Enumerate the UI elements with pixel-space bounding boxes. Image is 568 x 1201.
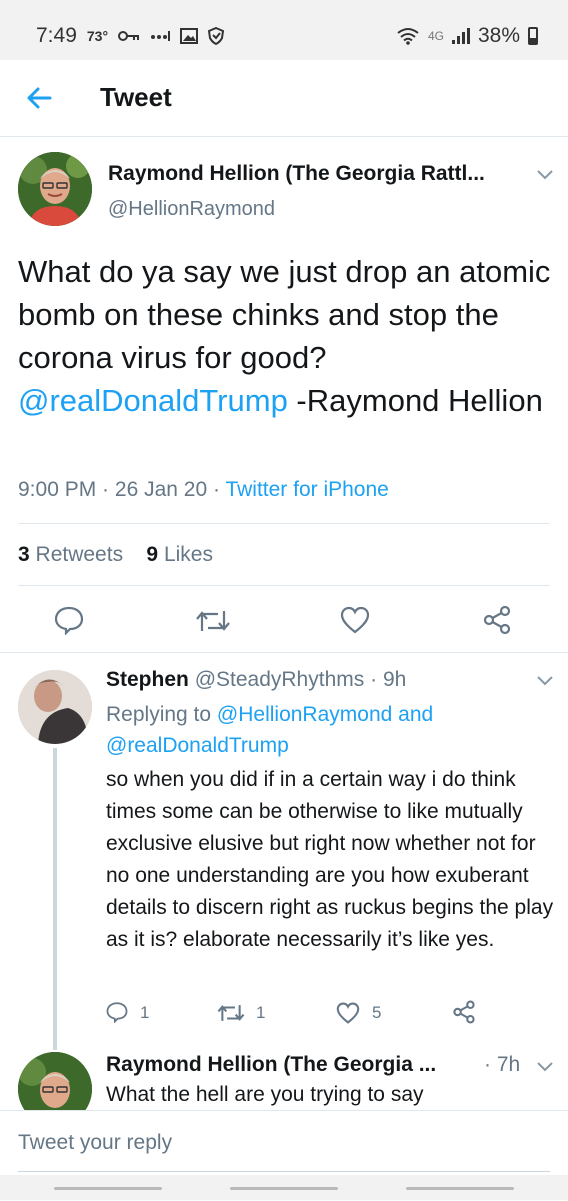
wifi-icon <box>397 28 419 45</box>
reply-icon[interactable] <box>54 605 84 635</box>
gallery-icon <box>180 28 199 44</box>
back-arrow-icon[interactable] <box>20 78 60 118</box>
reply-author-name[interactable]: Stephen <box>106 668 189 691</box>
reply-text: so when you did if in a certain way i do… <box>106 768 554 951</box>
reply-count: 1 <box>140 1003 150 1022</box>
like-heart-icon[interactable] <box>336 1002 360 1024</box>
network-type: 4G <box>427 29 444 43</box>
replying-prefix: Replying to <box>106 703 212 726</box>
navigation-bar <box>0 1175 568 1200</box>
tweet-stats: 3 Retweets 9 Likes <box>18 543 213 567</box>
status-bar: 7:49 73° 4G 38% <box>0 0 568 60</box>
author-handle[interactable]: @HellionRaymond <box>108 198 275 221</box>
reply-time: · 7h <box>484 1053 521 1076</box>
reply-text: What the hell are you trying to say <box>106 1083 424 1106</box>
likes-stat[interactable]: 9 Likes <box>146 543 213 566</box>
share-icon[interactable] <box>452 1000 476 1024</box>
replying-mention[interactable]: @realDonaldTrump <box>106 734 289 757</box>
tweet-text-part: -Raymond Hellion <box>287 383 543 418</box>
divider <box>18 585 550 586</box>
tweet-date: 26 Jan 20 <box>114 478 208 501</box>
likes-label: Likes <box>163 543 213 566</box>
nav-handle <box>230 1187 338 1190</box>
author-name[interactable]: Raymond Hellion (The Georgia Rattl... <box>108 162 485 186</box>
reply-input[interactable]: Tweet your reply <box>18 1131 172 1155</box>
chevron-down-icon[interactable] <box>536 1061 554 1073</box>
likes-count: 9 <box>146 543 159 566</box>
chevron-down-icon[interactable] <box>536 675 554 687</box>
reply-time-value: 7h <box>496 1053 521 1076</box>
shield-icon <box>208 27 225 45</box>
retweet-icon[interactable] <box>216 1002 246 1024</box>
reply-time: 9h <box>382 668 407 691</box>
reply-author-name[interactable]: Raymond Hellion (The Georgia ... <box>106 1053 436 1077</box>
share-icon[interactable] <box>482 605 512 635</box>
replying-and[interactable]: and <box>398 703 433 726</box>
divider <box>0 652 568 653</box>
chevron-down-icon[interactable] <box>536 169 554 181</box>
retweets-count: 3 <box>18 543 30 566</box>
author-avatar[interactable] <box>18 152 92 226</box>
nav-handle <box>54 1187 162 1190</box>
tweet-meta: 9:00 PM · 26 Jan 20 · Twitter for iPhone <box>18 478 389 501</box>
reply-author-handle[interactable]: @SteadyRhythms <box>195 668 365 691</box>
reply-header: Stephen @SteadyRhythms · 9h <box>106 668 406 692</box>
battery-icon <box>528 27 538 45</box>
like-heart-icon[interactable] <box>340 606 370 634</box>
divider <box>18 523 550 524</box>
status-left: 7:49 73° <box>36 24 225 48</box>
tweet-time: 9:00 PM <box>18 478 97 501</box>
status-right: 4G 38% <box>396 24 538 48</box>
status-time: 7:49 <box>36 24 77 47</box>
thread-line <box>53 748 57 1050</box>
nav-handle <box>406 1187 514 1190</box>
cell-signal-icon <box>451 28 470 44</box>
retweet-count: 1 <box>256 1003 266 1022</box>
reply-separator: · <box>370 668 378 691</box>
retweet-icon[interactable] <box>194 607 232 635</box>
top-bar: Tweet <box>0 60 568 137</box>
replying-to: Replying to @HellionRaymond and @realDon… <box>106 699 526 761</box>
status-temp: 73° <box>86 28 109 44</box>
retweets-label: Retweets <box>35 543 124 566</box>
reply-avatar[interactable] <box>18 670 92 744</box>
page-title: Tweet <box>100 82 172 112</box>
battery-percent: 38% <box>477 24 520 47</box>
retweets-stat[interactable]: 3 Retweets <box>18 543 123 566</box>
reply-input-underline <box>18 1171 550 1172</box>
like-count: 5 <box>372 1003 382 1022</box>
dots-signal-icon <box>151 31 171 41</box>
replying-mention[interactable]: @HellionRaymond <box>217 703 392 726</box>
tweet-text-part: What do ya say we just drop an atomic bo… <box>18 254 551 375</box>
mention-link[interactable]: @realDonaldTrump <box>18 383 288 418</box>
key-icon <box>118 31 140 41</box>
tweet-text: What do ya say we just drop an atomic bo… <box>18 250 558 422</box>
tweet-source[interactable]: Twitter for iPhone <box>225 478 388 501</box>
reply-icon[interactable] <box>106 1001 128 1023</box>
